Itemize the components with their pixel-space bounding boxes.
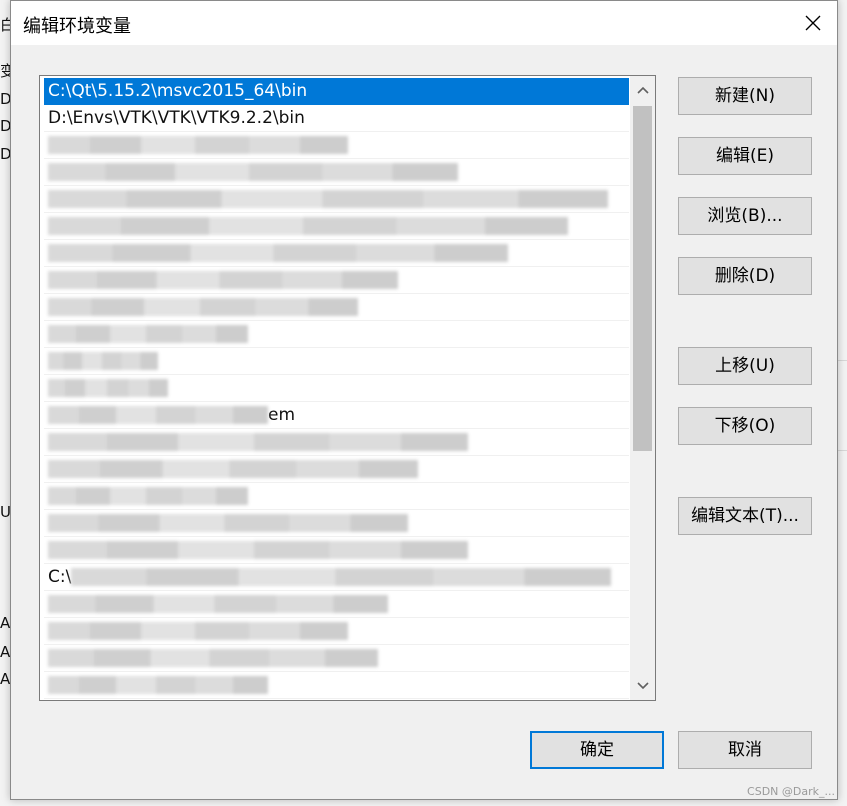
redacted-text [48,487,248,505]
redacted-text [48,325,248,343]
watermark: CSDN @Dark_... [747,785,835,798]
close-button[interactable] [789,1,837,45]
path-list-item[interactable] [44,294,629,321]
browse-button[interactable]: 浏览(B)... [678,197,812,235]
path-list-rows: C:\Qt\5.15.2\msvc2015_64\bin D:\Envs\VTK\… [44,78,629,699]
background-window-text: A [0,670,11,688]
redacted-text [48,163,458,181]
path-list-item-text: C:\ [48,567,72,587]
chevron-down-icon [636,682,649,690]
vertical-scrollbar[interactable] [630,76,655,700]
path-list-item[interactable] [44,186,629,213]
path-list-item[interactable]: em [44,402,629,429]
redacted-text [48,244,508,262]
redacted-text [48,406,268,424]
dialog-title: 编辑环境变量 [23,16,131,37]
ok-button[interactable]: 确定 [530,731,664,769]
path-list-item[interactable] [44,672,629,699]
redacted-text [48,622,348,640]
background-window-text: A [0,614,11,632]
title-bar: 编辑环境变量 [11,1,837,45]
path-list-item[interactable]: D:\Envs\VTK\VTK\VTK9.2.2\bin [44,105,629,132]
path-list-item[interactable] [44,537,629,564]
path-list-item[interactable] [44,321,629,348]
chevron-up-icon [636,86,649,94]
close-icon [805,15,821,31]
redacted-text [48,352,158,370]
path-list-item[interactable] [44,267,629,294]
new-button[interactable]: 新建(N) [678,77,812,115]
redacted-text [48,595,388,613]
path-list-item[interactable] [44,240,629,267]
redacted-text [48,433,468,451]
redacted-text [71,568,612,586]
cancel-button[interactable]: 取消 [678,731,812,769]
redacted-text [48,136,348,154]
edit-text-button[interactable]: 编辑文本(T)... [678,497,812,535]
path-list-item-text: em [268,405,296,425]
redacted-text [48,676,268,694]
path-list-item-text: D:\Envs\VTK\VTK\VTK9.2.2\bin [48,108,305,128]
edit-environment-variable-dialog: 编辑环境变量 C:\Qt\5.15.2\msvc2015_64\bin D:\En… [10,0,838,800]
scroll-up-button[interactable] [630,76,655,104]
path-list-item[interactable] [44,483,629,510]
edit-button[interactable]: 编辑(E) [678,137,812,175]
path-list-item[interactable]: C:\Qt\5.15.2\msvc2015_64\bin [44,78,629,105]
scroll-down-button[interactable] [630,672,655,700]
redacted-text [48,379,168,397]
redacted-text [48,190,608,208]
path-list-item[interactable] [44,348,629,375]
path-list-item-text: C:\Qt\5.15.2\msvc2015_64\bin [48,81,308,101]
path-list-item[interactable] [44,429,629,456]
path-list-item[interactable] [44,213,629,240]
redacted-text [48,514,408,532]
path-list-item[interactable] [44,456,629,483]
path-list-item[interactable] [44,645,629,672]
path-list[interactable]: C:\Qt\5.15.2\msvc2015_64\bin D:\Envs\VTK\… [39,75,656,701]
redacted-text [48,271,398,289]
path-list-item[interactable] [44,618,629,645]
background-window-text: A [0,643,11,661]
scrollbar-thumb[interactable] [633,106,652,451]
path-list-item[interactable] [44,591,629,618]
path-list-item[interactable] [44,132,629,159]
move-up-button[interactable]: 上移(U) [678,347,812,385]
redacted-text [48,217,568,235]
redacted-text [48,649,378,667]
move-down-button[interactable]: 下移(O) [678,407,812,445]
path-list-item[interactable] [44,510,629,537]
redacted-text [48,298,358,316]
path-list-item[interactable] [44,375,629,402]
redacted-text [48,460,418,478]
delete-button[interactable]: 删除(D) [678,257,812,295]
path-list-item[interactable]: C:\ [44,564,629,591]
path-list-item[interactable] [44,159,629,186]
redacted-text [48,541,468,559]
